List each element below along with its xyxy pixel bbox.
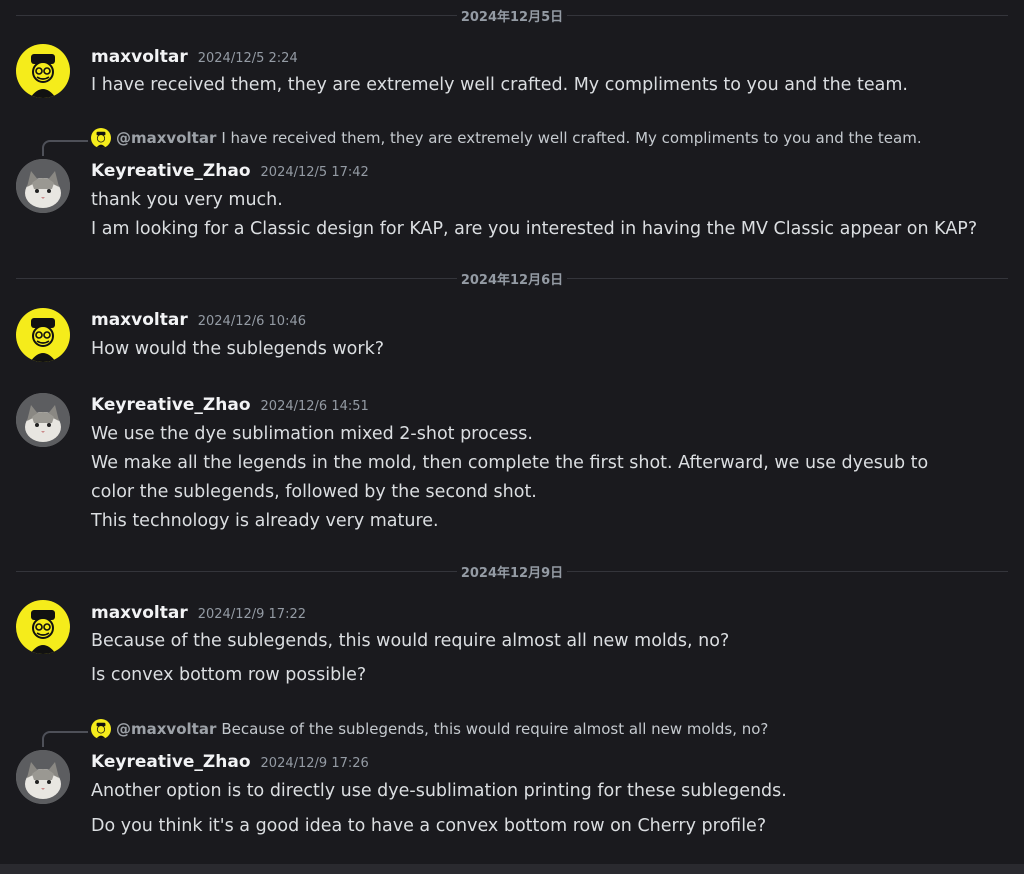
- message-text: I am looking for a Classic design for KA…: [91, 219, 978, 239]
- reply-preview[interactable]: @maxvoltar Because of the sublegends, th…: [91, 719, 768, 739]
- message-text: We make all the legends in the mold, the…: [91, 453, 929, 473]
- avatar[interactable]: [16, 393, 70, 447]
- timestamp: 2024/12/5 17:42: [260, 165, 369, 180]
- maxvoltar-avatar-icon: [30, 318, 56, 362]
- username[interactable]: maxvoltar: [91, 47, 188, 67]
- avatar[interactable]: [16, 308, 70, 362]
- message-text: We use the dye sublimation mixed 2-shot …: [91, 424, 533, 444]
- reply-mention[interactable]: @maxvoltar: [116, 129, 216, 147]
- message-text: This technology is already very mature.: [91, 511, 439, 531]
- avatar[interactable]: [16, 159, 70, 213]
- username[interactable]: Keyreative_Zhao: [91, 161, 251, 181]
- reply-mention[interactable]: @maxvoltar: [116, 720, 216, 738]
- cat-avatar-icon: [16, 159, 70, 213]
- avatar: [91, 719, 111, 739]
- next-message-preview: [0, 864, 1024, 874]
- date-divider: 2024年12月9日: [16, 561, 1008, 581]
- username[interactable]: Keyreative_Zhao: [91, 395, 251, 415]
- date-divider: 2024年12月6日: [16, 268, 1008, 288]
- maxvoltar-avatar-icon: [96, 131, 106, 148]
- timestamp: 2024/12/6 14:51: [260, 399, 369, 414]
- reply-text: I have received them, they are extremely…: [221, 129, 922, 147]
- message-text: Another option is to directly use dye-su…: [91, 781, 787, 801]
- timestamp: 2024/12/5 2:24: [197, 51, 298, 66]
- date-divider: 2024年12月5日: [16, 5, 1008, 25]
- message-text: color the sublegends, followed by the se…: [91, 482, 537, 502]
- reply-spine: [42, 731, 88, 747]
- reply-preview[interactable]: @maxvoltar I have received them, they ar…: [91, 128, 922, 148]
- avatar[interactable]: [16, 750, 70, 804]
- cat-avatar-icon: [16, 750, 70, 804]
- timestamp: 2024/12/9 17:26: [260, 756, 369, 771]
- cat-avatar-icon: [16, 393, 70, 447]
- avatar[interactable]: [16, 600, 70, 654]
- reply-text: Because of the sublegends, this would re…: [221, 720, 769, 738]
- username[interactable]: maxvoltar: [91, 603, 188, 623]
- reply-spine: [42, 140, 88, 156]
- date-divider-label: 2024年12月9日: [456, 561, 568, 581]
- avatar[interactable]: [16, 44, 70, 98]
- date-divider-label: 2024年12月5日: [456, 5, 568, 25]
- message-text: thank you very much.: [91, 190, 283, 210]
- maxvoltar-avatar-icon: [30, 54, 56, 98]
- avatar: [91, 128, 111, 148]
- timestamp: 2024/12/6 10:46: [197, 314, 306, 329]
- message-text: I have received them, they are extremely…: [91, 75, 908, 95]
- timestamp: 2024/12/9 17:22: [197, 607, 306, 622]
- maxvoltar-avatar-icon: [96, 722, 106, 739]
- date-divider-label: 2024年12月6日: [456, 268, 568, 288]
- message-text: Because of the sublegends, this would re…: [91, 631, 730, 651]
- username[interactable]: Keyreative_Zhao: [91, 752, 251, 772]
- message-text: Do you think it's a good idea to have a …: [91, 816, 767, 836]
- maxvoltar-avatar-icon: [30, 610, 56, 654]
- username[interactable]: maxvoltar: [91, 310, 188, 330]
- message-text: How would the sublegends work?: [91, 339, 385, 359]
- message-text: Is convex bottom row possible?: [91, 665, 367, 685]
